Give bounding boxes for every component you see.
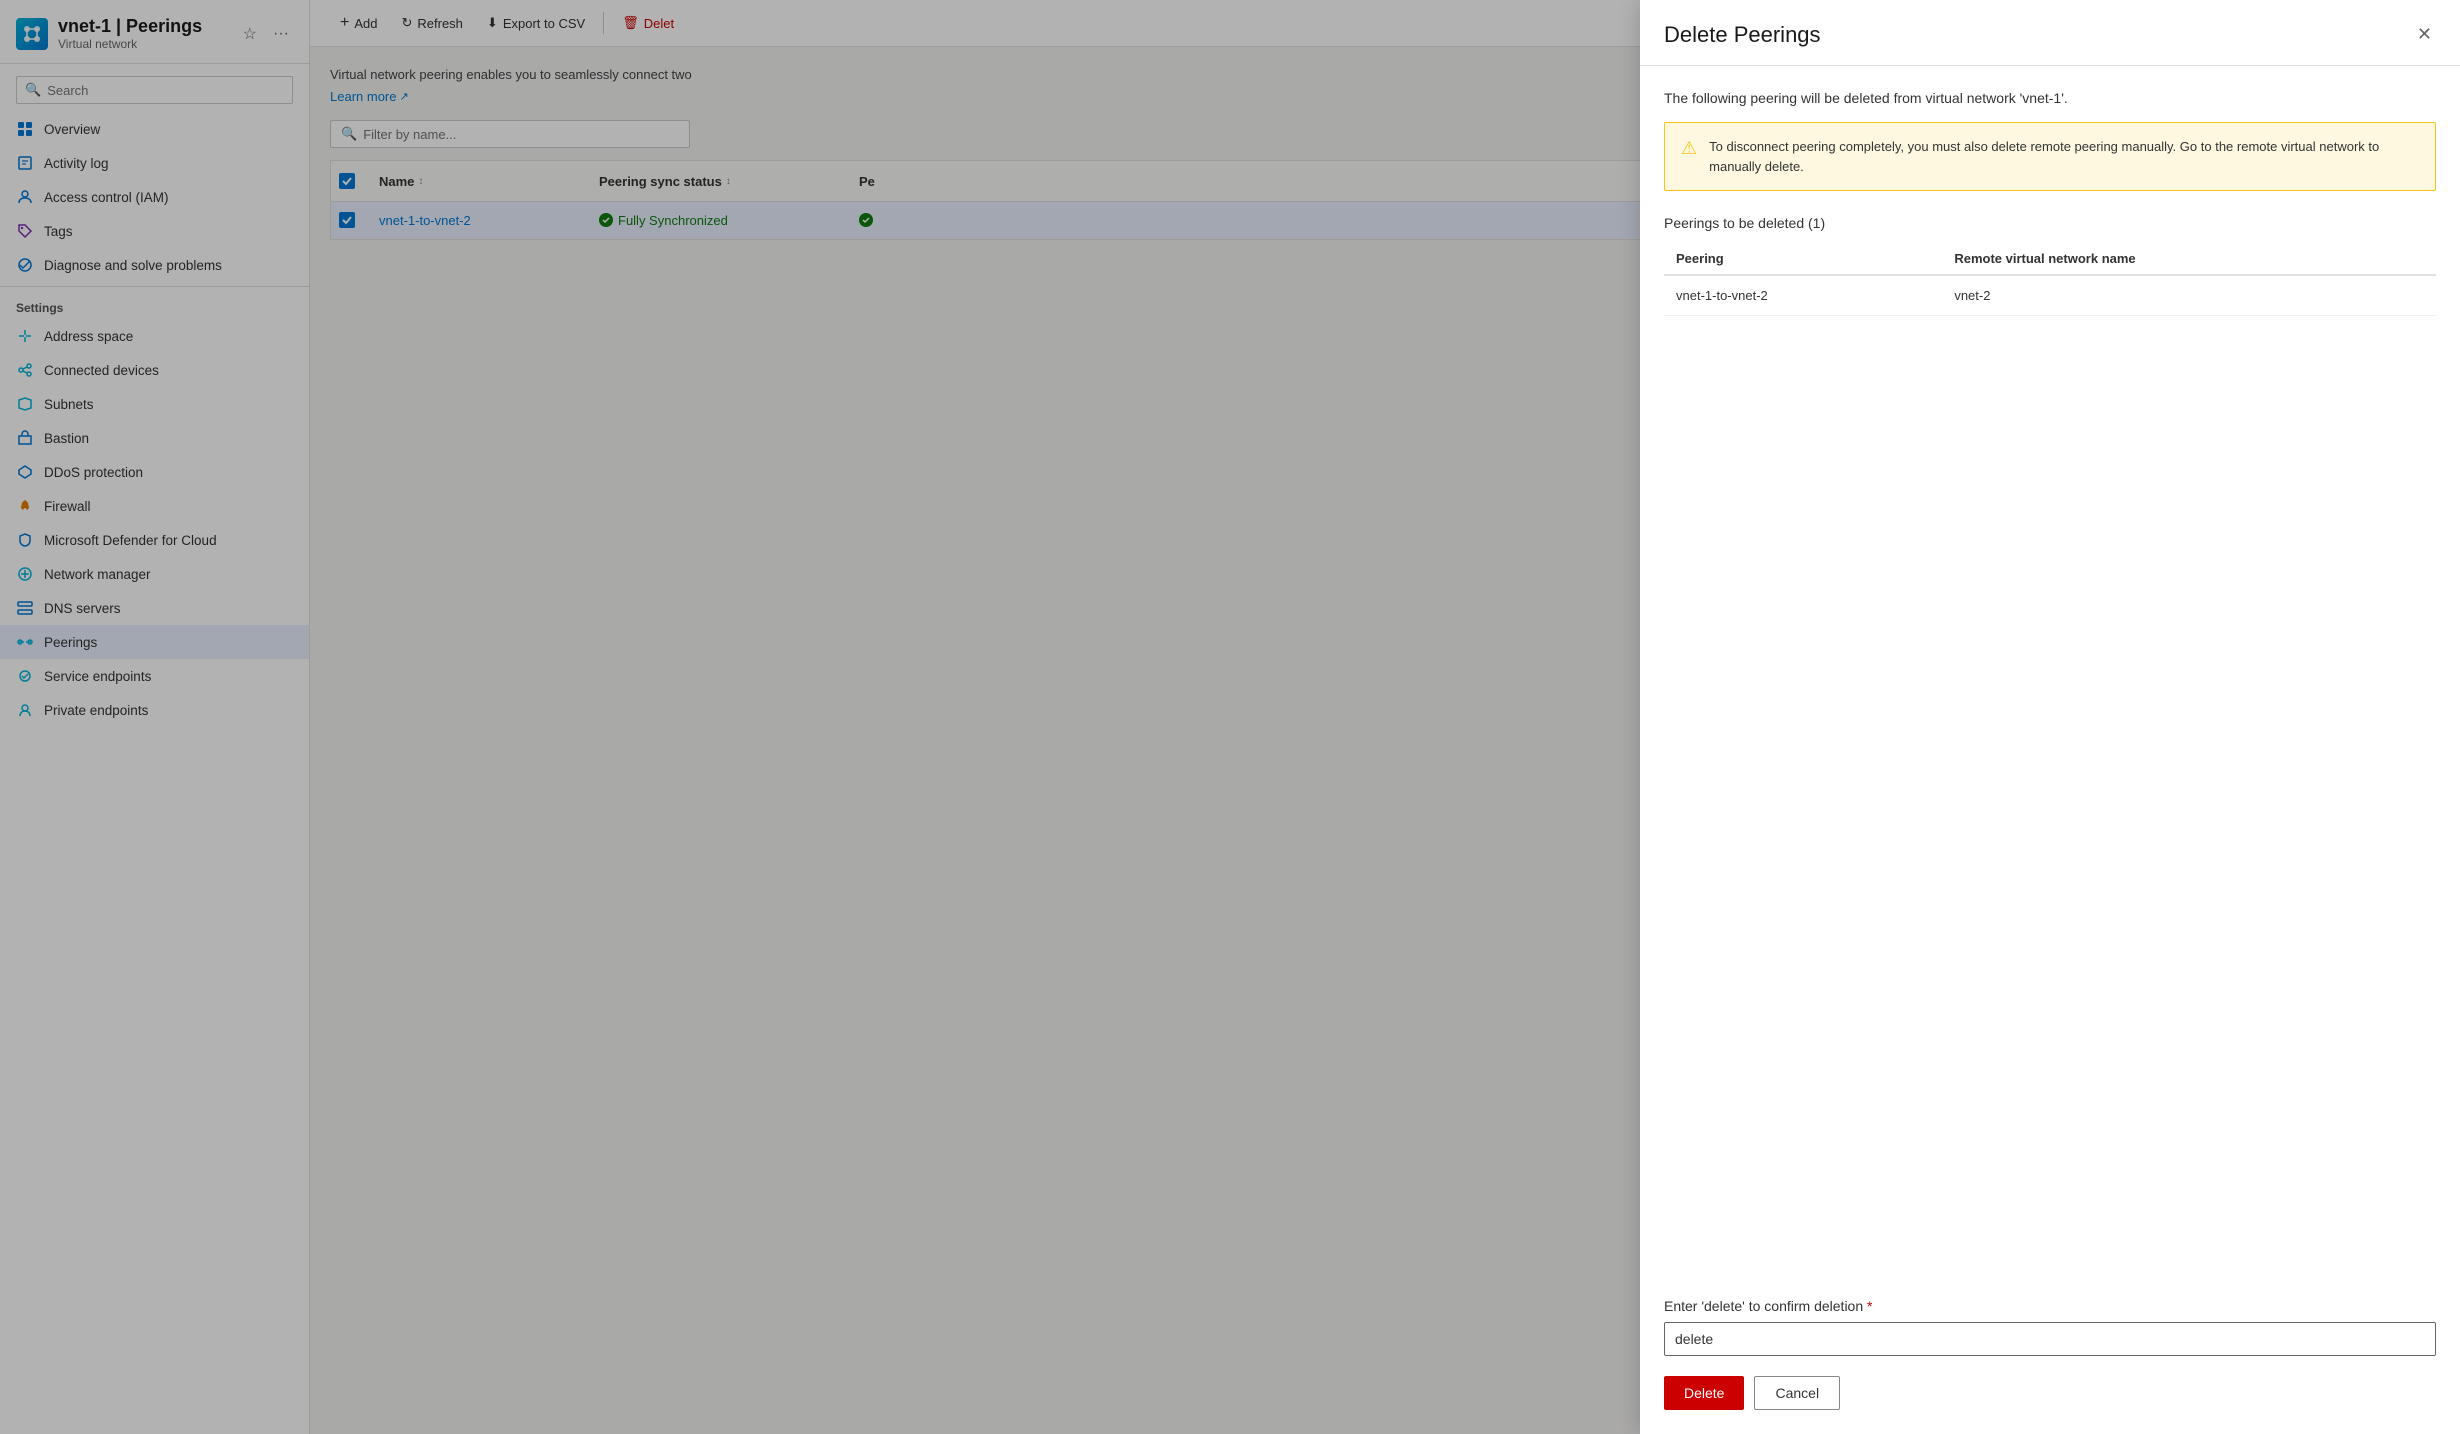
warning-box: ⚠ To disconnect peering completely, you … xyxy=(1664,122,2436,191)
warning-text: To disconnect peering completely, you mu… xyxy=(1709,137,2419,176)
delete-table-header-remote-vnet: Remote virtual network name xyxy=(1942,243,2436,275)
confirm-label: Enter 'delete' to confirm deletion * xyxy=(1664,1298,2436,1314)
confirm-section: Enter 'delete' to confirm deletion * Del… xyxy=(1640,1298,2460,1434)
cancel-button[interactable]: Cancel xyxy=(1754,1376,1840,1410)
delete-peerings-table: Peering Remote virtual network name vnet… xyxy=(1664,243,2436,316)
delete-table-remote-vnet-cell: vnet-2 xyxy=(1942,275,2436,316)
action-buttons: Delete Cancel xyxy=(1664,1376,2436,1410)
required-star: * xyxy=(1867,1298,1872,1314)
delete-table-peering-cell: vnet-1-to-vnet-2 xyxy=(1664,275,1942,316)
panel-header: Delete Peerings ✕ xyxy=(1640,0,2460,66)
warning-icon: ⚠ xyxy=(1681,138,1697,159)
delete-peerings-panel: Delete Peerings ✕ The following peering … xyxy=(1640,0,2460,1434)
confirm-label-text: Enter 'delete' to confirm deletion xyxy=(1664,1298,1863,1314)
panel-title: Delete Peerings xyxy=(1664,22,1821,48)
peerings-to-delete-title: Peerings to be deleted (1) xyxy=(1664,215,2436,231)
delete-table-header-peering: Peering xyxy=(1664,243,1942,275)
panel-body: The following peering will be deleted fr… xyxy=(1640,66,2460,1298)
delete-table-row: vnet-1-to-vnet-2 vnet-2 xyxy=(1664,275,2436,316)
confirm-delete-button[interactable]: Delete xyxy=(1664,1376,1744,1410)
panel-close-button[interactable]: ✕ xyxy=(2413,20,2436,49)
panel-description: The following peering will be deleted fr… xyxy=(1664,90,2436,106)
confirm-delete-input[interactable] xyxy=(1664,1322,2436,1356)
